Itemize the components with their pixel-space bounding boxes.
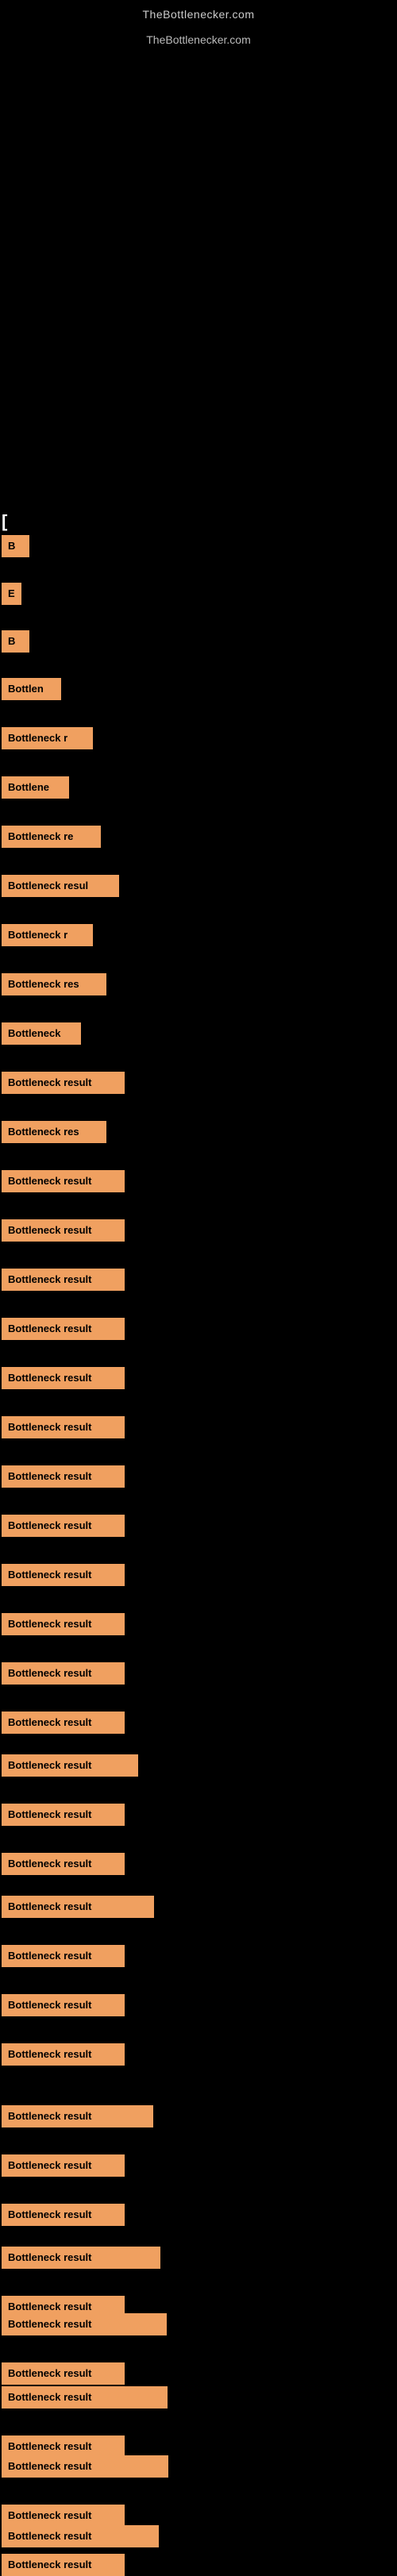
result-block: Bottleneck result bbox=[2, 2154, 125, 2177]
result-block: Bottleneck result bbox=[2, 1804, 125, 1826]
result-block: Bottleneck result bbox=[2, 2043, 125, 2066]
result-block: Bottleneck result bbox=[2, 2204, 125, 2226]
result-block: Bottleneck result bbox=[2, 1613, 125, 1635]
result-block: Bottleneck result bbox=[2, 1754, 138, 1777]
result-block: Bottleneck result bbox=[2, 1662, 125, 1685]
result-block: Bottleneck result bbox=[2, 1219, 125, 1242]
result-block: Bottleneck result bbox=[2, 1994, 125, 2016]
result-block: Bottleneck result bbox=[2, 2554, 125, 2576]
result-block: Bottleneck result bbox=[2, 2505, 125, 2527]
result-block: Bottleneck result bbox=[2, 2525, 159, 2547]
result-block: Bottleneck result bbox=[2, 1367, 125, 1389]
result-block: Bottleneck result bbox=[2, 2435, 125, 2458]
result-block: Bottleneck result bbox=[2, 1416, 125, 1438]
result-block: Bottlene bbox=[2, 776, 69, 799]
result-block: Bottleneck result bbox=[2, 2455, 168, 2478]
result-block: E bbox=[2, 583, 21, 605]
result-block: Bottleneck result bbox=[2, 1269, 125, 1291]
result-block: Bottleneck re bbox=[2, 826, 101, 848]
result-block: Bottleneck res bbox=[2, 1121, 106, 1143]
site-title-bar: TheBottlenecker.com bbox=[0, 27, 397, 52]
result-block: Bottleneck resul bbox=[2, 875, 119, 897]
result-block: Bottleneck result bbox=[2, 1465, 125, 1488]
result-block: Bottleneck result bbox=[2, 2362, 125, 2385]
result-block: Bottleneck result bbox=[2, 2105, 153, 2127]
result-block: B bbox=[2, 630, 29, 653]
result-block: Bottleneck result bbox=[2, 1945, 125, 1967]
result-block: Bottleneck res bbox=[2, 973, 106, 995]
result-block: Bottleneck r bbox=[2, 727, 93, 749]
result-block: Bottleneck result bbox=[2, 2247, 160, 2269]
result-block: Bottleneck result bbox=[2, 2313, 167, 2335]
result-block: Bottleneck result bbox=[2, 1515, 125, 1537]
result-block: Bottleneck result bbox=[2, 1564, 125, 1586]
result-block: Bottleneck result bbox=[2, 1712, 125, 1734]
result-block: Bottlen bbox=[2, 678, 61, 700]
bracket-label: [ bbox=[2, 511, 7, 532]
result-block: Bottleneck result bbox=[2, 1318, 125, 1340]
result-block: B bbox=[2, 535, 29, 557]
result-block: Bottleneck result bbox=[2, 1170, 125, 1192]
result-block: Bottleneck bbox=[2, 1022, 81, 1045]
site-title: TheBottlenecker.com bbox=[0, 0, 397, 27]
result-block: Bottleneck result bbox=[2, 2386, 168, 2409]
result-block: Bottleneck result bbox=[2, 1896, 154, 1918]
result-block: Bottleneck result bbox=[2, 1072, 125, 1094]
result-block: Bottleneck result bbox=[2, 1853, 125, 1875]
result-block: Bottleneck r bbox=[2, 924, 93, 946]
